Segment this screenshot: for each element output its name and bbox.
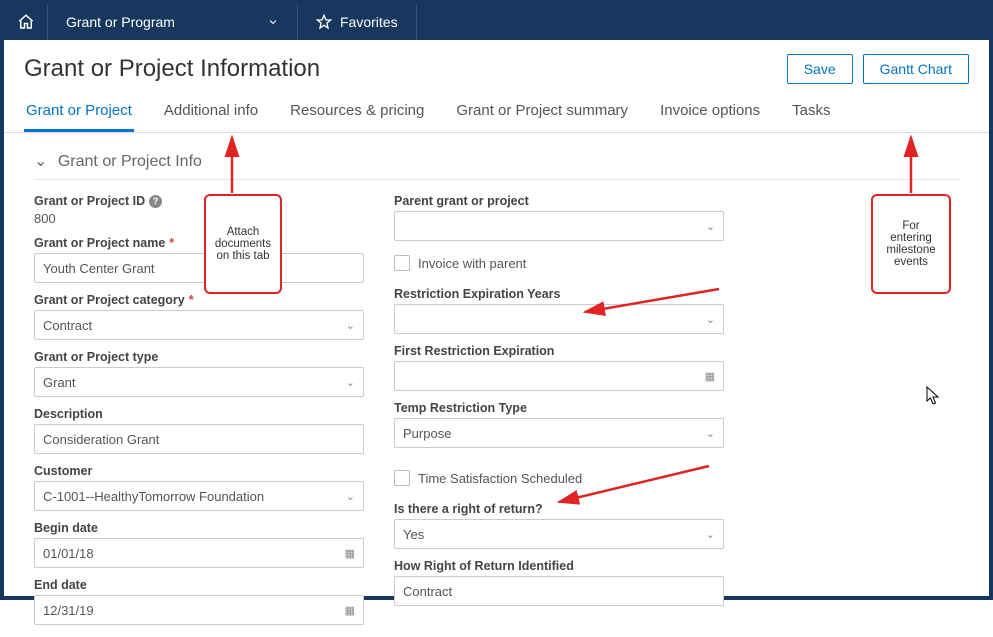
field-temp-restriction: Temp Restriction Type Purpose⌄ (394, 401, 724, 448)
chevron-down-icon: ⌄ (346, 490, 355, 503)
restriction-years-label: Restriction Expiration Years (394, 287, 561, 301)
right-of-return-select[interactable]: Yes⌄ (394, 519, 724, 549)
form-columns: Grant or Project ID ? 800 Grant or Proje… (34, 194, 959, 625)
field-invoice-with-parent: Invoice with parent (394, 255, 724, 271)
required-marker: * (189, 293, 194, 307)
chevron-down-icon: ⌄ (706, 528, 715, 541)
field-project-name: Grant or Project name * Youth Center Gra… (34, 236, 364, 283)
project-name-input[interactable]: Youth Center Grant (34, 253, 364, 283)
invoice-with-parent-label: Invoice with parent (418, 256, 526, 271)
header-actions: Save Gantt Chart (787, 54, 969, 84)
chevron-down-icon: ⌄ (706, 427, 715, 440)
chevron-down-icon: ⌄ (706, 220, 715, 233)
calendar-icon: ▦ (705, 370, 715, 383)
begin-date-label: Begin date (34, 521, 98, 535)
gantt-chart-button[interactable]: Gantt Chart (863, 54, 969, 84)
page-header: Grant or Project Information Save Gantt … (4, 40, 989, 94)
begin-date-input[interactable]: 01/01/18▦ (34, 538, 364, 568)
ror-identified-label: How Right of Return Identified (394, 559, 574, 573)
calendar-icon: ▦ (345, 547, 355, 560)
description-input[interactable]: Consideration Grant (34, 424, 364, 454)
field-customer: Customer C-1001--HealthyTomorrow Foundat… (34, 464, 364, 511)
field-parent-project: Parent grant or project ⌄ (394, 194, 724, 241)
chevron-down-icon: ⌄ (706, 313, 715, 326)
form-content: ⌄ Grant or Project Info Grant or Project… (4, 133, 989, 637)
field-project-category: Grant or Project category * Contract⌄ (34, 293, 364, 340)
field-begin-date: Begin date 01/01/18▦ (34, 521, 364, 568)
field-project-id: Grant or Project ID ? 800 (34, 194, 364, 226)
left-column: Grant or Project ID ? 800 Grant or Proje… (34, 194, 364, 625)
star-icon (316, 14, 332, 30)
program-menu-label: Grant or Program (66, 14, 175, 30)
tab-resources-pricing[interactable]: Resources & pricing (288, 94, 426, 132)
field-right-of-return: Is there a right of return? Yes⌄ (394, 502, 724, 549)
temp-restriction-label: Temp Restriction Type (394, 401, 527, 415)
project-id-label: Grant or Project ID (34, 194, 145, 208)
section-title: Grant or Project Info (58, 153, 202, 170)
time-satisfaction-checkbox[interactable] (394, 470, 410, 486)
time-satisfaction-label: Time Satisfaction Scheduled (418, 471, 582, 486)
tab-grant-or-project[interactable]: Grant or Project (24, 94, 134, 132)
program-menu[interactable]: Grant or Program (48, 4, 298, 40)
right-of-return-label: Is there a right of return? (394, 502, 543, 516)
project-id-value: 800 (34, 211, 364, 226)
home-button[interactable] (4, 4, 48, 40)
parent-project-select[interactable]: ⌄ (394, 211, 724, 241)
tab-tasks[interactable]: Tasks (790, 94, 832, 132)
customer-select[interactable]: C-1001--HealthyTomorrow Foundation⌄ (34, 481, 364, 511)
tab-invoice-options[interactable]: Invoice options (658, 94, 762, 132)
restriction-years-select[interactable]: ⌄ (394, 304, 724, 334)
field-project-type: Grant or Project type Grant⌄ (34, 350, 364, 397)
field-end-date: End date 12/31/19▦ (34, 578, 364, 625)
field-time-satisfaction: Time Satisfaction Scheduled (394, 470, 724, 486)
chevron-down-icon: ⌄ (346, 319, 355, 332)
tab-bar: Grant or Project Additional info Resourc… (4, 94, 989, 133)
favorites-label: Favorites (340, 14, 398, 30)
first-restriction-input[interactable]: ▦ (394, 361, 724, 391)
home-icon (17, 13, 35, 31)
callout-milestone-events: For entering milestone events (871, 194, 951, 294)
project-name-label: Grant or Project name (34, 236, 165, 250)
project-category-select[interactable]: Contract⌄ (34, 310, 364, 340)
right-column: Parent grant or project ⌄ Invoice with p… (394, 194, 724, 625)
temp-restriction-select[interactable]: Purpose⌄ (394, 418, 724, 448)
save-button[interactable]: Save (787, 54, 853, 84)
customer-label: Customer (34, 464, 92, 478)
parent-project-label: Parent grant or project (394, 194, 529, 208)
end-date-label: End date (34, 578, 87, 592)
chevron-down-icon: ⌄ (346, 376, 355, 389)
project-type-label: Grant or Project type (34, 350, 158, 364)
first-restriction-label: First Restriction Expiration (394, 344, 554, 358)
top-nav-bar: Grant or Program Favorites (4, 4, 989, 40)
description-label: Description (34, 407, 103, 421)
ror-identified-input[interactable]: Contract (394, 576, 724, 606)
field-first-restriction: First Restriction Expiration ▦ (394, 344, 724, 391)
required-marker: * (169, 236, 174, 250)
chevron-down-icon: ⌄ (34, 151, 47, 171)
field-ror-identified: How Right of Return Identified Contract (394, 559, 724, 606)
tab-additional-info[interactable]: Additional info (162, 94, 260, 132)
tab-grant-project-summary[interactable]: Grant or Project summary (454, 94, 630, 132)
calendar-icon: ▦ (345, 604, 355, 617)
favorites-menu[interactable]: Favorites (298, 4, 417, 40)
invoice-with-parent-checkbox[interactable] (394, 255, 410, 271)
project-type-select[interactable]: Grant⌄ (34, 367, 364, 397)
field-restriction-years: Restriction Expiration Years ⌄ (394, 287, 724, 334)
page-title: Grant or Project Information (24, 55, 320, 83)
section-header[interactable]: ⌄ Grant or Project Info (34, 145, 959, 180)
help-icon[interactable]: ? (149, 195, 162, 208)
field-description: Description Consideration Grant (34, 407, 364, 454)
project-category-label: Grant or Project category (34, 293, 185, 307)
callout-attach-documents: Attach documents on this tab (204, 194, 282, 294)
chevron-down-icon (267, 16, 279, 28)
